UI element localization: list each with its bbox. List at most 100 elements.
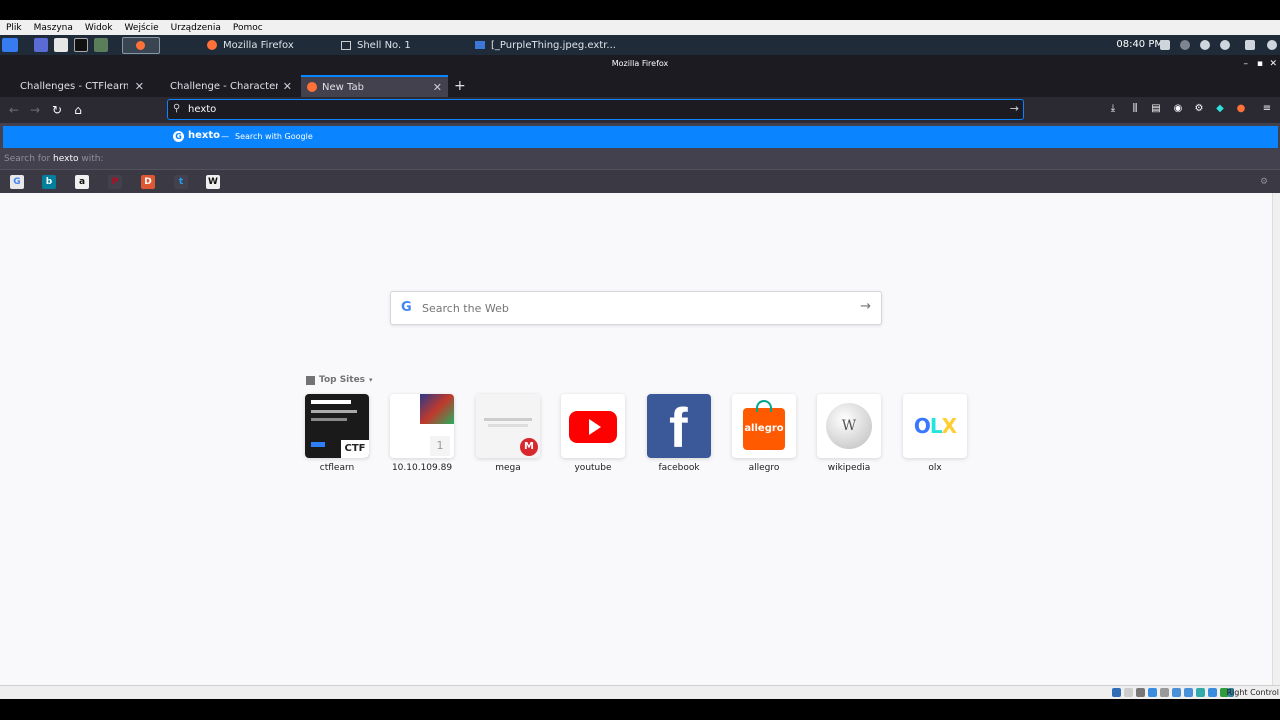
web-search-box[interactable]: G → <box>390 291 882 325</box>
network-adapter-icon[interactable] <box>1148 688 1157 697</box>
close-tab-icon[interactable]: ✕ <box>283 80 292 93</box>
hint-suffix: with: <box>81 154 104 164</box>
minimize-icon[interactable]: – <box>1244 55 1249 73</box>
lock-icon[interactable] <box>1245 40 1255 50</box>
search-settings-gear-icon[interactable]: ⚙ <box>1257 175 1271 189</box>
search-submit-arrow-icon[interactable]: → <box>860 299 871 314</box>
google-icon: G <box>401 300 412 315</box>
top-site-mega[interactable]: M mega <box>476 394 540 473</box>
top-site-olx[interactable]: OLX olx <box>903 394 967 473</box>
notifications-icon[interactable] <box>1200 40 1210 50</box>
vm-menu-machine[interactable]: Maszyna <box>34 23 73 33</box>
app-menu-icon[interactable] <box>2 38 18 52</box>
power-icon[interactable] <box>1267 40 1277 50</box>
sidebar-icon[interactable]: ▤ <box>1150 103 1162 115</box>
firefox-launcher-icon[interactable] <box>122 37 160 54</box>
grid-icon <box>306 375 315 385</box>
top-site-ip[interactable]: 1 10.10.109.89 <box>390 394 454 473</box>
top-site-youtube[interactable]: youtube <box>561 394 625 473</box>
amazon-icon[interactable]: a <box>75 175 89 189</box>
web-search-input[interactable] <box>422 300 842 317</box>
reload-icon[interactable]: ↻ <box>49 102 65 118</box>
shared-folders-icon[interactable] <box>1172 688 1181 697</box>
url-input[interactable] <box>188 102 988 117</box>
account-icon[interactable]: ◉ <box>1172 103 1184 115</box>
host-key-label: Right Control <box>1226 688 1279 697</box>
new-tab-button[interactable]: + <box>454 75 468 97</box>
display-icon[interactable] <box>1184 688 1193 697</box>
scrollbar[interactable] <box>1272 193 1280 685</box>
window-title: Mozilla Firefox <box>611 59 669 68</box>
hint-prefix: Search for <box>4 154 51 164</box>
downloads-icon[interactable]: ⤓ <box>1107 103 1119 115</box>
top-site-allegro[interactable]: allegro allegro <box>732 394 796 473</box>
bing-icon[interactable]: b <box>42 175 56 189</box>
vm-menu-help[interactable]: Pomoc <box>233 23 263 33</box>
back-icon[interactable]: ← <box>6 102 22 118</box>
mega-thumbnail: M <box>476 394 540 458</box>
clock[interactable]: 08:40 PM <box>1116 39 1163 50</box>
home-icon[interactable]: ⌂ <box>70 102 86 118</box>
search-hint: Search for hexto with: <box>4 154 104 164</box>
vm-menu-bar: Plik Maszyna Widok Wejście Urządzenia Po… <box>0 20 1280 35</box>
top-site-facebook[interactable]: f facebook <box>647 394 711 473</box>
usb-icon[interactable] <box>1160 688 1169 697</box>
tab-ctflearn[interactable]: Challenges - CTFlearn - ✕ <box>10 75 150 97</box>
suggestion-separator: — <box>221 132 229 141</box>
close-tab-icon[interactable]: ✕ <box>433 81 442 94</box>
library-icon[interactable]: ⫼ <box>1129 103 1141 115</box>
twitter-icon[interactable]: t <box>174 175 188 189</box>
forward-icon[interactable]: → <box>27 102 43 118</box>
menu-hamburger-icon[interactable]: ≡ <box>1261 103 1273 115</box>
duckduckgo-icon[interactable]: D <box>141 175 155 189</box>
wikipedia-icon[interactable]: W <box>206 175 220 189</box>
settings-gear-icon[interactable]: ⚙ <box>1193 103 1205 115</box>
editor-icon[interactable] <box>94 38 108 52</box>
foxyproxy-icon[interactable]: ● <box>1235 103 1247 115</box>
url-bar[interactable]: ⚲ → <box>167 99 1024 120</box>
firefox-icon <box>207 40 217 50</box>
extension-icon[interactable]: ◆ <box>1214 103 1226 115</box>
top-site-ctflearn[interactable]: CTF ctflearn <box>305 394 369 473</box>
google-icon[interactable]: G <box>10 175 24 189</box>
cpu-icon[interactable] <box>1208 688 1217 697</box>
ctflearn-thumbnail: CTF <box>305 394 369 458</box>
suggestion-row[interactable]: G hexto — Search with Google <box>3 126 1278 148</box>
terminal-icon <box>341 40 351 50</box>
url-suggestions-dropdown: G hexto — Search with Google Search for … <box>0 123 1280 193</box>
screen: Plik Maszyna Widok Wejście Urządzenia Po… <box>0 0 1280 720</box>
vm-menu-file[interactable]: Plik <box>6 23 22 33</box>
hint-term: hexto <box>53 154 79 164</box>
image-icon <box>475 41 485 49</box>
task-image[interactable]: [_PurpleThing.jpeg.extr... <box>475 37 616 53</box>
go-arrow-icon[interactable]: → <box>1010 102 1019 115</box>
vm-menu-view[interactable]: Widok <box>85 23 113 33</box>
file-manager-icon[interactable] <box>54 38 68 52</box>
task-shell[interactable]: Shell No. 1 <box>341 37 411 53</box>
site-name: mega <box>495 463 521 473</box>
desktop-panel: Mozilla Firefox Shell No. 1 [_PurpleThin… <box>0 35 1280 55</box>
close-tab-icon[interactable]: ✕ <box>135 80 144 93</box>
maximize-icon[interactable]: ▪ <box>1257 55 1263 73</box>
task-firefox[interactable]: Mozilla Firefox <box>207 37 294 53</box>
close-window-icon[interactable]: ✕ <box>1269 55 1277 73</box>
network-icon[interactable] <box>1220 40 1230 50</box>
hdd-icon[interactable] <box>1112 688 1121 697</box>
tab-challenge[interactable]: Challenge - Character En ✕ <box>160 75 298 97</box>
pinterest-icon[interactable]: P <box>108 175 122 189</box>
top-sites-header[interactable]: Top Sites ▾ <box>306 375 373 385</box>
ctf-badge: CTF <box>341 440 369 458</box>
top-site-wikipedia[interactable]: W wikipedia <box>817 394 881 473</box>
audio-icon[interactable] <box>1136 688 1145 697</box>
display-icon[interactable] <box>1160 40 1170 50</box>
tab-label: Challenge - Character En <box>170 80 278 92</box>
vm-menu-devices[interactable]: Urządzenia <box>171 23 221 33</box>
tab-new-tab[interactable]: New Tab ✕ <box>301 75 448 97</box>
vm-menu-input[interactable]: Wejście <box>125 23 159 33</box>
recording-icon[interactable] <box>1196 688 1205 697</box>
optical-drive-icon[interactable] <box>1124 688 1133 697</box>
workspace-icon[interactable] <box>34 38 48 52</box>
new-tab-page: G → Top Sites ▾ CTF ctflearn 1 10.1 <box>0 193 1272 685</box>
terminal-icon[interactable] <box>74 38 88 52</box>
volume-icon[interactable] <box>1180 40 1190 50</box>
